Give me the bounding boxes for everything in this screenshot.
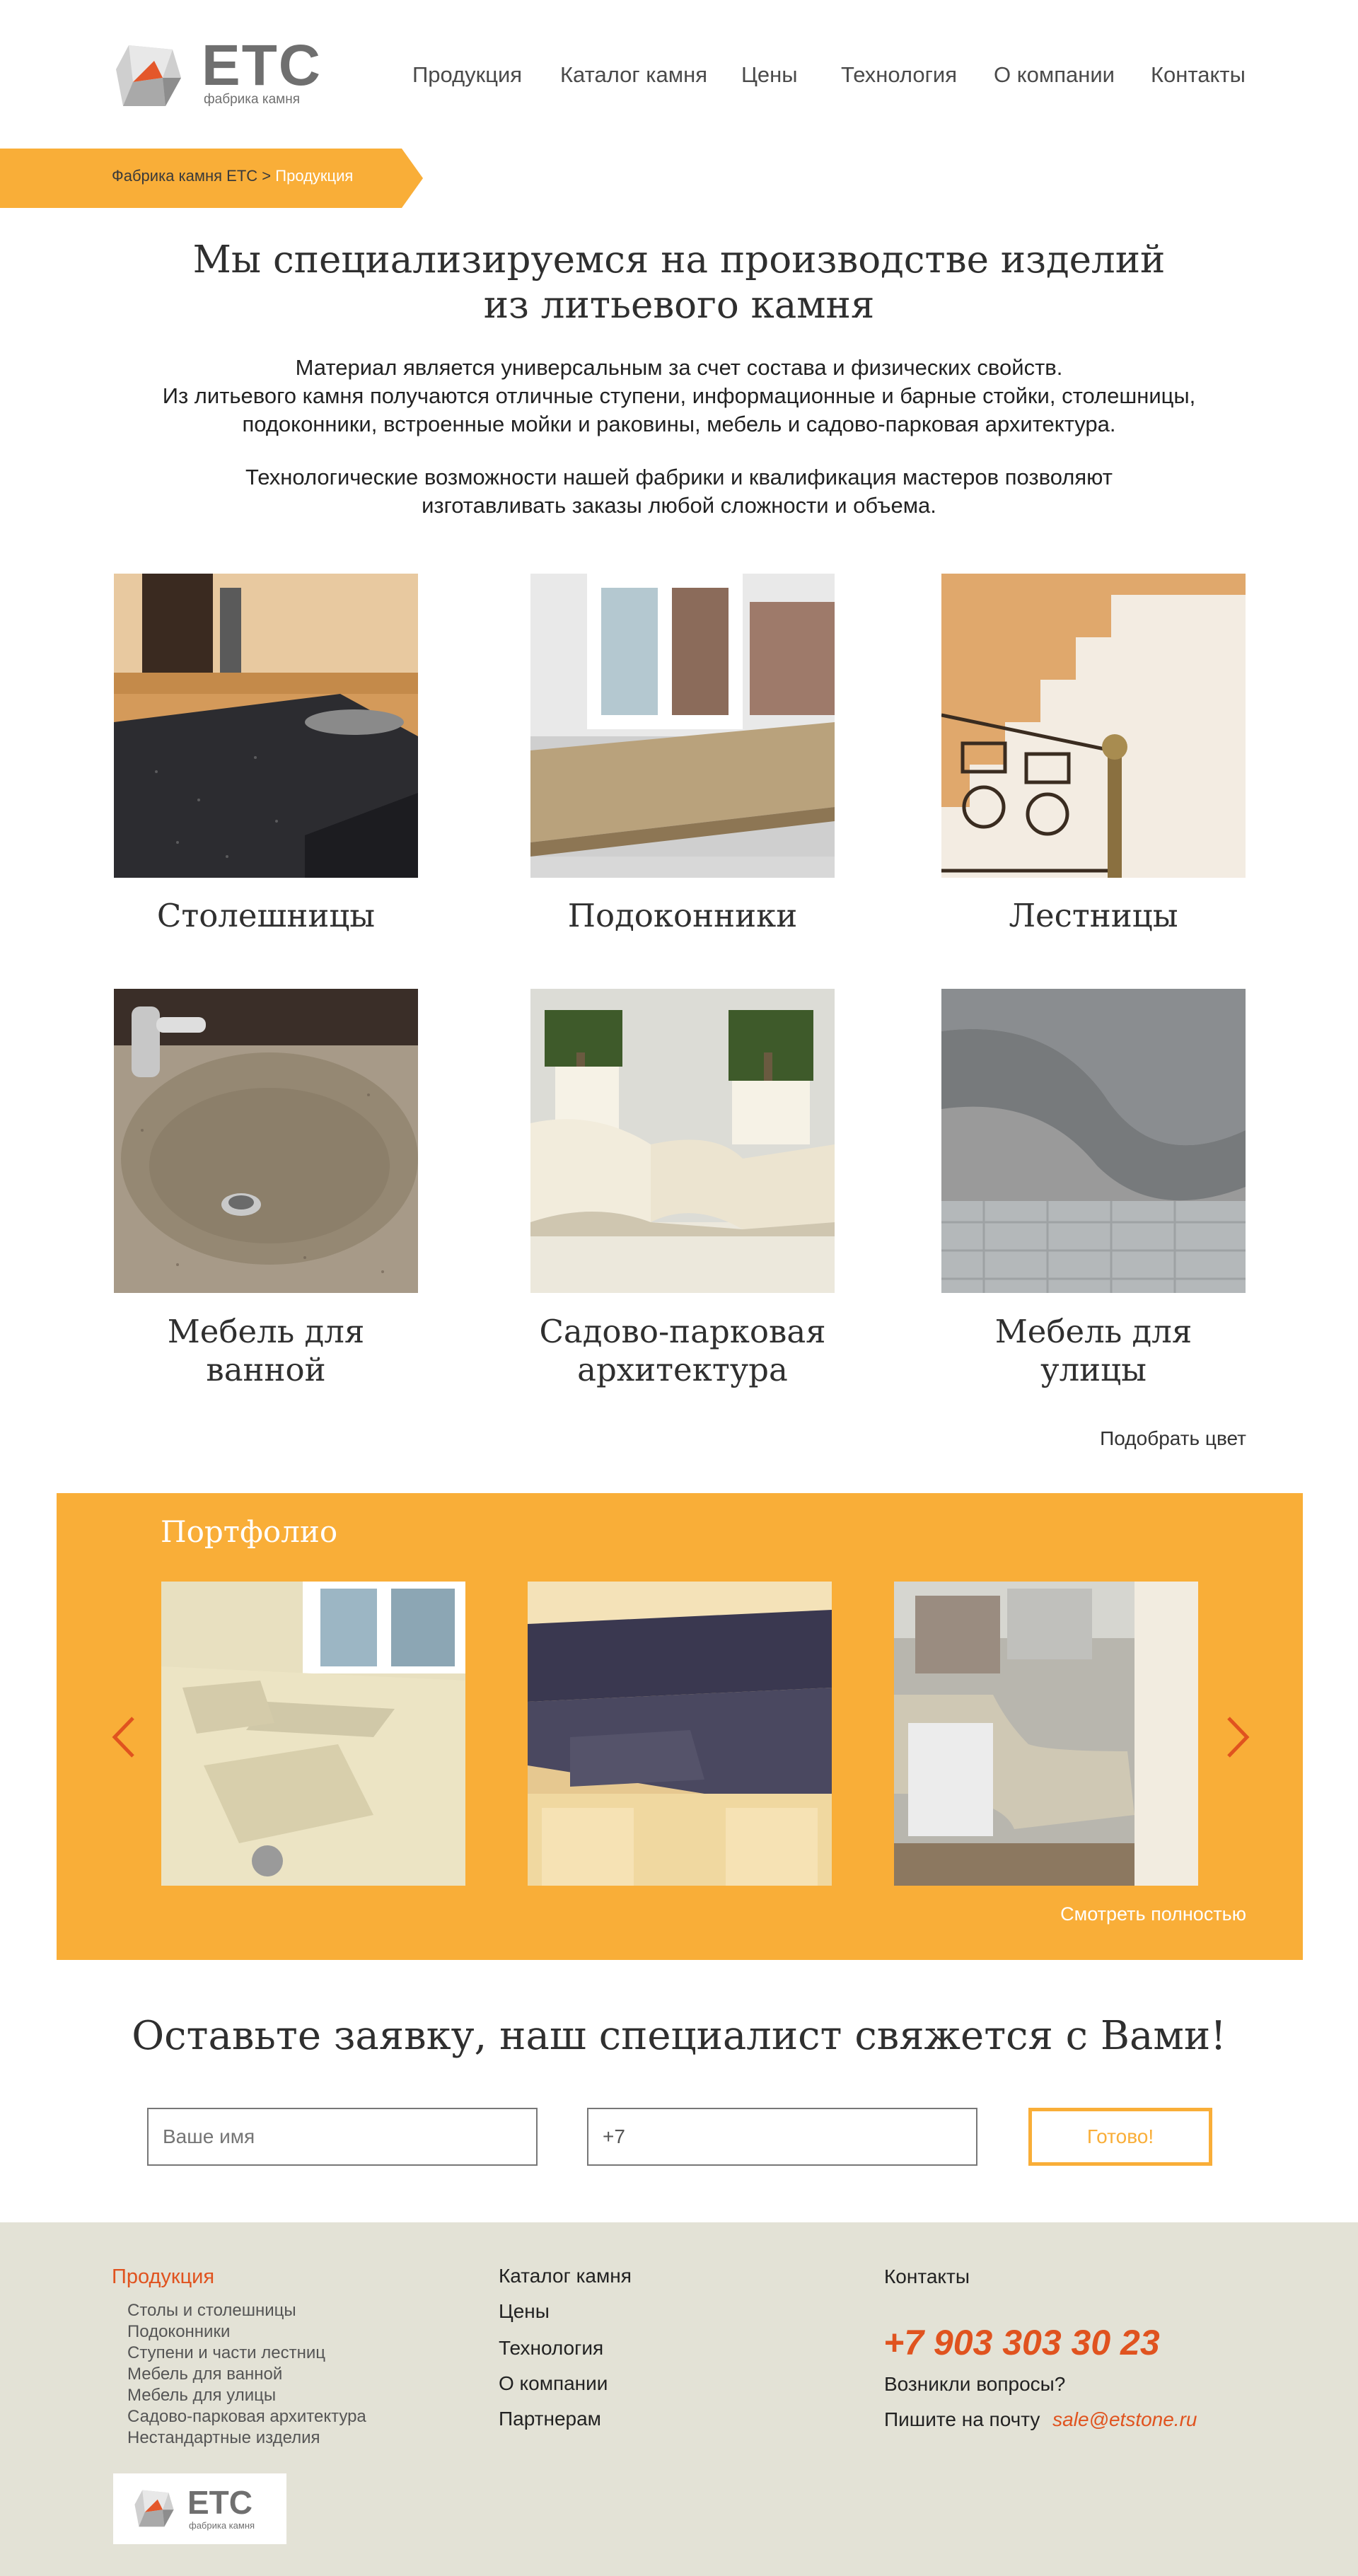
logo-cube-icon: [134, 2490, 174, 2527]
product-title-line: улицы: [1040, 1351, 1147, 1388]
footer-product-link[interactable]: Ступени и части лестниц: [127, 2343, 366, 2364]
footer-products-list: Столы и столешницы Подоконники Ступени и…: [127, 2300, 366, 2449]
intro-text: изготавливать заказы любой сложности и о…: [422, 493, 936, 518]
product-title-windowsills[interactable]: Подоконники: [499, 897, 866, 935]
product-image-stairs[interactable]: [941, 574, 1246, 878]
product-title-line: Лестницы: [1009, 897, 1178, 934]
product-title-line: Мебель для: [167, 1313, 365, 1350]
breadcrumb-current: Продукция: [275, 167, 354, 185]
intro-paragraph-1: Материал является универсальным за счет …: [113, 354, 1245, 439]
intro-paragraph-2: Технологические возможности нашей фабрик…: [113, 463, 1245, 520]
product-image-garden-architecture[interactable]: [530, 989, 835, 1293]
footer-product-link[interactable]: Столы и столешницы: [127, 2300, 366, 2321]
footer-product-link[interactable]: Подоконники: [127, 2321, 366, 2343]
intro-text: Технологические возможности нашей фабрик…: [245, 465, 1113, 489]
product-title-line: Столешницы: [156, 897, 376, 934]
portfolio-image[interactable]: [528, 1582, 832, 1886]
intro-text: Из литьевого камня получаются отличные с…: [162, 383, 1196, 408]
product-title-line: Подоконники: [567, 897, 798, 934]
logo-subtitle: фабрика камня: [204, 92, 300, 107]
product-title-garden-architecture[interactable]: Садово-парковая архитектура: [499, 1313, 866, 1389]
product-title-line: архитектура: [577, 1351, 788, 1388]
nav-technology[interactable]: Технология: [841, 62, 957, 91]
request-form-title: Оставьте заявку, наш специалист свяжется…: [132, 2013, 1226, 2059]
page-title: Мы специализируемся на производстве изде…: [113, 238, 1245, 328]
footer-write-to: Пишите на почту: [884, 2408, 1040, 2430]
submit-button[interactable]: Готово!: [1028, 2108, 1212, 2166]
footer-logo[interactable]: ЕТС фабрика камня: [113, 2473, 286, 2544]
portfolio-title: Портфолио: [161, 1514, 338, 1549]
footer-contacts-title[interactable]: Контакты: [884, 2265, 970, 2288]
product-title-line: Садово-парковая: [539, 1313, 826, 1350]
footer-link-catalog[interactable]: Каталог камня: [499, 2265, 632, 2287]
intro-text: Материал является универсальным за счет …: [295, 355, 1063, 380]
chevron-left-icon[interactable]: [106, 1712, 141, 1762]
nav-catalog[interactable]: Каталог камня: [560, 62, 707, 91]
footer-email-link[interactable]: sale@etstone.ru: [1052, 2408, 1197, 2430]
portfolio-image[interactable]: [161, 1582, 465, 1886]
portfolio-section: Портфолио Смотреть полностью: [57, 1493, 1303, 1960]
chevron-right-icon[interactable]: [1220, 1712, 1255, 1762]
footer-link-technology[interactable]: Технология: [499, 2337, 603, 2360]
footer-link-prices[interactable]: Цены: [499, 2300, 550, 2323]
breadcrumb-separator: >: [257, 167, 276, 185]
product-image-bathroom[interactable]: [114, 989, 418, 1293]
nav-contacts[interactable]: Контакты: [1151, 62, 1246, 91]
portfolio-see-all-link[interactable]: Смотреть полностью: [1060, 1903, 1246, 1925]
footer-email-line: Пишите на почту sale@etstone.ru: [884, 2408, 1197, 2431]
footer-logo-text: ЕТС: [187, 2484, 253, 2521]
logo-cube-icon: [116, 45, 181, 106]
logo-text: ЕТС: [202, 33, 322, 98]
product-image-street-furniture[interactable]: [941, 989, 1246, 1293]
name-input[interactable]: [147, 2108, 538, 2166]
footer-questions: Возникли вопросы?: [884, 2373, 1066, 2395]
breadcrumb: Фабрика камня ЕТС > Продукция: [112, 167, 353, 185]
product-title-stairs[interactable]: Лестницы: [910, 897, 1277, 935]
footer-products-title[interactable]: Продукция: [112, 2265, 214, 2289]
product-title-line: ванной: [206, 1351, 326, 1388]
pick-color-link[interactable]: Подобрать цвет: [1100, 1427, 1246, 1450]
page-title-line2: из литьевого камня: [483, 284, 875, 327]
product-title-bathroom[interactable]: Мебель для ванной: [82, 1313, 450, 1389]
product-image-windowsills[interactable]: [530, 574, 835, 878]
product-title-countertops[interactable]: Столешницы: [82, 897, 450, 935]
nav-prices[interactable]: Цены: [741, 62, 798, 91]
footer-product-link[interactable]: Мебель для улицы: [127, 2385, 366, 2406]
product-title-line: Мебель для: [994, 1313, 1192, 1350]
footer-product-link[interactable]: Мебель для ванной: [127, 2364, 366, 2385]
phone-input[interactable]: +7: [587, 2108, 977, 2166]
header-logo[interactable]: ЕТС фабрика камня: [113, 37, 320, 115]
page-title-line1: Мы специализируемся на производстве изде…: [192, 238, 1166, 282]
nav-about[interactable]: О компании: [994, 62, 1115, 91]
footer-product-link[interactable]: Нестандартные изделия: [127, 2427, 366, 2449]
breadcrumb-parent[interactable]: Фабрика камня ЕТС: [112, 167, 257, 185]
footer-link-partners[interactable]: Партнерам: [499, 2408, 601, 2430]
footer-logo-subtitle: фабрика камня: [189, 2520, 255, 2531]
footer-phone[interactable]: +7 903 303 30 23: [883, 2322, 1160, 2363]
product-image-countertops[interactable]: [114, 574, 418, 878]
footer-product-link[interactable]: Садово-парковая архитектура: [127, 2406, 366, 2427]
portfolio-image[interactable]: [894, 1582, 1198, 1886]
intro-text: подоконники, встроенные мойки и раковины…: [242, 412, 1116, 436]
footer-link-about[interactable]: О компании: [499, 2372, 608, 2395]
product-title-street-furniture[interactable]: Мебель для улицы: [910, 1313, 1277, 1389]
nav-products[interactable]: Продукция: [412, 62, 522, 91]
